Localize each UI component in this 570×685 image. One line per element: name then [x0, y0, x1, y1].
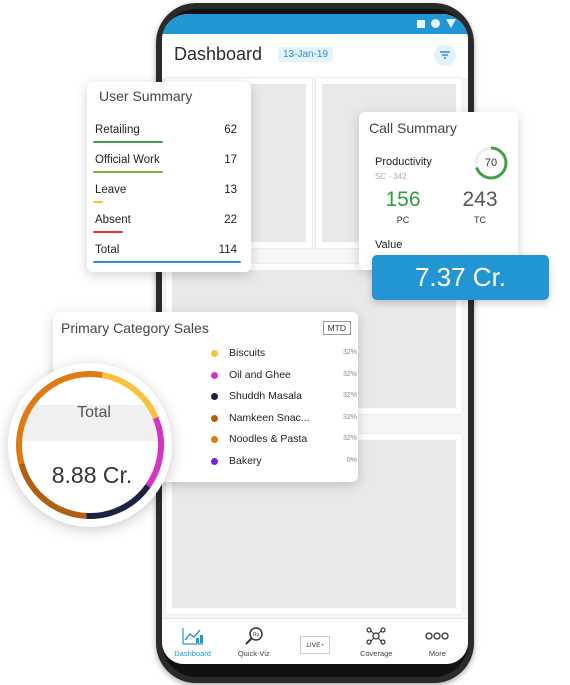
nav-label: Quick-Viz — [237, 649, 270, 658]
sales-donut — [8, 363, 172, 527]
productivity-label: Productivity — [375, 156, 432, 168]
call-summary-card: Call Summary Productivity SC - 342 70 15… — [359, 112, 518, 270]
user-summary-row: Absent 22 — [93, 206, 243, 236]
legend-pct: 32% — [342, 435, 357, 442]
tc-value: 243 — [462, 188, 498, 211]
row-underline — [93, 201, 103, 203]
legend-item: Noodles & Pasta 32% — [211, 432, 357, 450]
row-value: 22 — [224, 214, 237, 226]
pc-label: PC — [396, 215, 410, 225]
date-chip[interactable]: 13-Jan-19 — [278, 47, 334, 62]
legend-dot — [211, 371, 218, 379]
row-label: Absent — [95, 214, 131, 226]
legend-item: Shuddh Masala 32% — [211, 389, 357, 407]
home-icon — [431, 19, 440, 28]
tc-label: TC — [474, 215, 486, 225]
back-icon — [446, 19, 456, 28]
bottom-nav: Dashboard Rs Quick-Viz LIVE • Coverage M… — [162, 618, 468, 664]
legend-item: Biscuits 32% — [211, 346, 357, 364]
nav-label: More — [428, 649, 446, 658]
nav-label: Dashboard — [174, 649, 211, 658]
recents-icon — [417, 19, 425, 28]
legend-item: Namkeen Snac... 32% — [211, 411, 357, 429]
card-title: User Summary — [99, 88, 193, 104]
user-summary-card: User Summary Retailing 62 Official Work 17 L… — [87, 82, 251, 272]
productivity-value: 70 — [484, 157, 498, 169]
page-title: Dashboard — [174, 44, 263, 64]
legend-name: Noodles & Pasta — [229, 433, 308, 445]
value-amount: 7.37 Cr. — [372, 255, 549, 300]
row-underline — [93, 171, 163, 173]
status-bar — [162, 14, 468, 34]
row-underline — [93, 141, 163, 143]
user-summary-row: Total 114 — [93, 236, 243, 266]
legend-item: Oil and Ghee 32% — [211, 368, 357, 386]
legend-dot — [211, 414, 218, 422]
row-value: 62 — [224, 124, 237, 136]
row-label: Official Work — [95, 154, 160, 166]
user-summary-row: Retailing 62 — [93, 116, 243, 146]
donut-total-amount: 8.88 Cr. — [51, 462, 133, 488]
network-icon — [366, 627, 386, 645]
value-label: Value — [375, 239, 403, 251]
donut-total-label: Total — [77, 404, 111, 421]
nav-coverage[interactable]: Coverage — [346, 619, 407, 664]
productivity-sub: SC - 342 — [375, 172, 407, 181]
legend-name: Biscuits — [229, 347, 266, 359]
row-underline — [93, 261, 241, 263]
row-label: Total — [95, 244, 120, 256]
svg-text:Rs: Rs — [253, 632, 260, 638]
magnifier-icon: Rs — [245, 627, 263, 645]
legend-name: Oil and Ghee — [229, 368, 291, 381]
legend-pct: 32% — [342, 349, 357, 356]
nav-more[interactable]: More — [407, 619, 468, 664]
card-title: Primary Category Sales — [61, 320, 209, 336]
legend-pct: 0% — [346, 456, 357, 464]
legend-item: Bakery 0% — [211, 454, 357, 472]
legend-dot — [211, 393, 218, 400]
more-icon — [425, 632, 450, 640]
row-underline — [93, 231, 123, 233]
filter-icon — [440, 51, 450, 59]
chart-icon — [181, 628, 203, 645]
nav-label: Coverage — [359, 649, 393, 658]
legend-name: Namkeen Snac... — [229, 411, 310, 424]
nav-quick-viz[interactable]: Rs Quick-Viz — [223, 619, 284, 664]
pc-value: 156 — [385, 188, 421, 211]
live-icon: LIVE • — [300, 636, 330, 654]
legend-dot — [211, 350, 218, 357]
app-bar: Dashboard 13-Jan-19 — [162, 34, 468, 80]
user-summary-row: Leave 13 — [93, 176, 243, 206]
nav-dashboard[interactable]: Dashboard — [162, 619, 223, 664]
donut-chart — [16, 371, 164, 519]
row-value: 13 — [224, 184, 237, 196]
card-title: Call Summary — [369, 120, 457, 136]
dashboard-promo: Dashboard 13-Jan-19 Dashboard Rs Quick-V… — [0, 0, 570, 685]
legend-name: Bakery — [229, 454, 262, 467]
row-value: 114 — [218, 244, 237, 256]
row-label: Leave — [95, 184, 127, 196]
legend-dot — [211, 436, 218, 443]
legend-pct: 32% — [342, 370, 357, 378]
user-summary-row: Official Work 17 — [93, 146, 243, 176]
row-label: Retailing — [95, 124, 140, 136]
filter-button[interactable] — [434, 44, 456, 66]
row-value: 17 — [224, 154, 237, 166]
nav-live[interactable]: LIVE • — [284, 619, 345, 664]
period-selector[interactable]: MTD — [322, 321, 351, 335]
legend-pct: 32% — [342, 392, 357, 399]
legend-name: Shuddh Masala — [229, 390, 302, 402]
legend-pct: 32% — [342, 413, 357, 421]
legend-dot — [211, 457, 218, 465]
